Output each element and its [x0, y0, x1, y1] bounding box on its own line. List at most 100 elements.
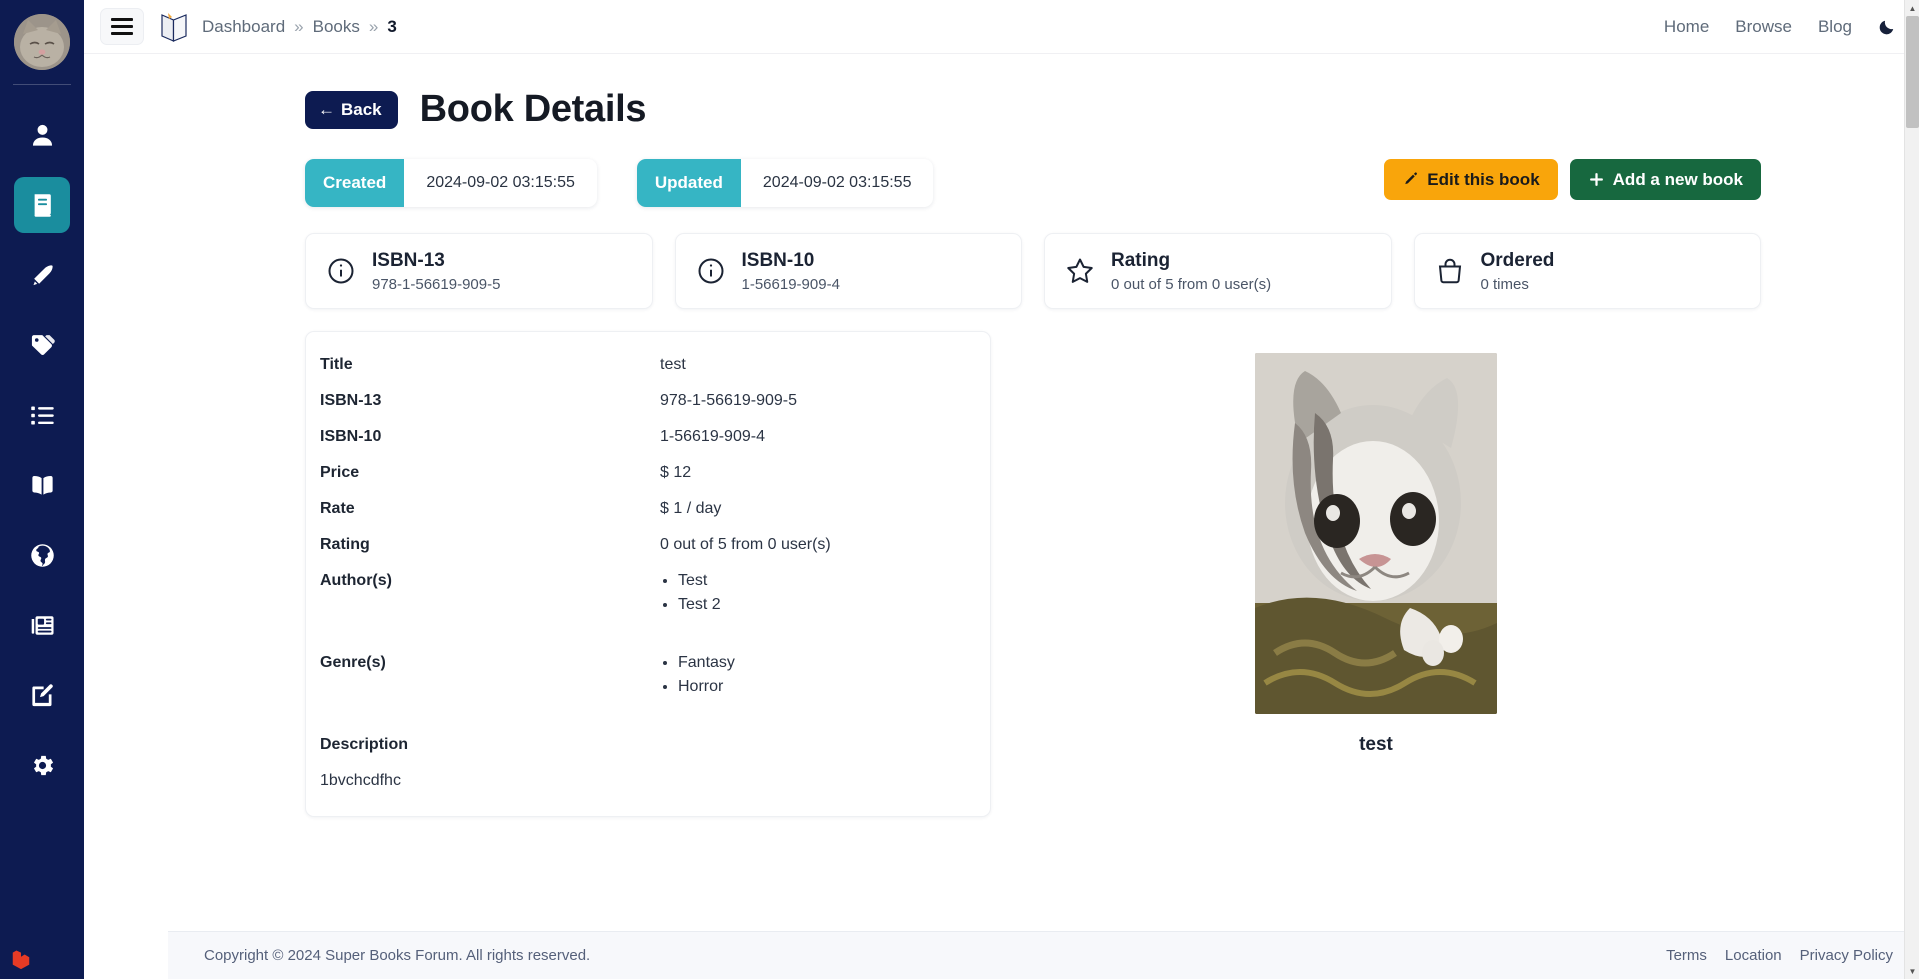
scrollbar-thumb[interactable]: [1906, 16, 1919, 128]
add-book-label: Add a new book: [1612, 169, 1743, 189]
detail-row-rating: Rating 0 out of 5 from 0 user(s): [306, 536, 990, 554]
detail-row-isbn10: ISBN-10 1-56619-909-4: [306, 428, 990, 446]
page-inner: ← Back Book Details Created 2024-09-02 0…: [84, 54, 1919, 817]
sidebar-item-genres[interactable]: [14, 317, 70, 373]
breadcrumb-item-current: 3: [387, 16, 397, 36]
nav-link-browse[interactable]: Browse: [1735, 17, 1792, 37]
sidebar: [0, 0, 84, 979]
stat-subtitle: 0 times: [1480, 275, 1529, 293]
star-icon: [1065, 256, 1095, 286]
detail-key: Title: [320, 356, 353, 373]
breadcrumb-separator: »: [294, 16, 304, 36]
stat-subtitle: 1-56619-909-4: [741, 275, 840, 293]
pen-nib-icon: [29, 262, 56, 289]
add-book-button[interactable]: Add a new book: [1569, 159, 1761, 200]
footer-link-privacy[interactable]: Privacy Policy: [1800, 947, 1893, 964]
detail-row-title: Title test: [306, 356, 990, 374]
detail-value: $ 12: [660, 464, 692, 481]
back-button[interactable]: ← Back: [305, 90, 398, 129]
updated-value: 2024-09-02 03:15:55: [762, 174, 912, 191]
meta-row: Created 2024-09-02 03:15:55 Updated 2024…: [305, 159, 1919, 207]
page-header: ← Back Book Details: [305, 88, 1919, 131]
breadcrumb-item-books[interactable]: Books: [313, 17, 360, 37]
stat-subtitle: 978-1-56619-909-5: [372, 275, 501, 293]
book-cover-image: [1255, 353, 1497, 714]
sidebar-item-library[interactable]: [14, 457, 70, 513]
user-icon: [29, 122, 56, 149]
action-buttons: Edit this book Add a new book: [1384, 159, 1919, 200]
breadcrumb-separator: »: [368, 16, 379, 36]
edit-book-button[interactable]: Edit this book: [1384, 159, 1558, 200]
tags-icon: [29, 332, 56, 359]
detail-value: 0 out of 5 from 0 user(s): [660, 536, 831, 553]
created-label: Created: [305, 159, 405, 207]
list-item: Horror: [678, 678, 735, 696]
detail-value-list: Test Test 2: [660, 572, 721, 620]
sidebar-item-authors[interactable]: [14, 247, 70, 303]
description-value: 1bvchcdfhc: [320, 772, 401, 789]
footer-link-terms[interactable]: Terms: [1666, 947, 1707, 964]
list-item: Fantasy: [678, 654, 735, 672]
stat-card-ordered: Ordered 0 times: [1413, 233, 1761, 309]
top-navigation: Home Browse Blog: [1664, 17, 1897, 37]
topbar: Dashboard » Books » 3 Home Browse Blog: [84, 0, 1919, 54]
edit-book-label: Edit this book: [1427, 169, 1540, 189]
sidebar-item-blog[interactable]: [14, 667, 70, 723]
sidebar-item-world[interactable]: [14, 527, 70, 583]
avatar[interactable]: [14, 14, 70, 70]
info-circle-icon: [696, 256, 726, 286]
detail-row-isbn13: ISBN-13 978-1-56619-909-5: [306, 392, 990, 410]
list-item: Test: [678, 572, 721, 590]
detail-key: Author(s): [320, 572, 392, 589]
stat-title: Ordered: [1480, 250, 1555, 272]
stat-card-rating: Rating 0 out of 5 from 0 user(s): [1044, 233, 1392, 309]
globe-icon: [29, 542, 56, 569]
scroll-down-arrow[interactable]: ▼: [1905, 963, 1919, 979]
nav-link-home[interactable]: Home: [1664, 17, 1709, 37]
stat-card-isbn10: ISBN-10 1-56619-909-4: [674, 233, 1022, 309]
menu-toggle-button[interactable]: [100, 8, 144, 45]
cover-caption: test: [1359, 734, 1393, 755]
detail-key: ISBN-13: [320, 392, 382, 409]
cover-section: test: [991, 331, 1761, 817]
scroll-up-arrow[interactable]: ▲: [1905, 0, 1919, 16]
moon-icon[interactable]: [1878, 17, 1897, 36]
detail-value-list: Fantasy Horror: [660, 654, 735, 702]
detail-value: test: [660, 356, 686, 373]
details-panel: Title test ISBN-13 978-1-56619-909-5 ISB…: [305, 331, 991, 817]
arrow-left-icon: ←: [318, 100, 335, 119]
stat-card-isbn13: ISBN-13 978-1-56619-909-5: [305, 233, 653, 309]
sidebar-item-books[interactable]: [14, 177, 70, 233]
content-scroll-area: ← Back Book Details Created 2024-09-02 0…: [84, 54, 1919, 979]
stat-title: ISBN-10: [741, 250, 815, 272]
detail-value: 1-56619-909-4: [660, 428, 765, 445]
detail-row-authors: Author(s) Test Test 2: [306, 572, 990, 620]
nav-link-blog[interactable]: Blog: [1818, 17, 1852, 37]
list-icon: [29, 402, 56, 429]
updated-card: Updated 2024-09-02 03:15:55: [636, 159, 934, 207]
sidebar-item-news[interactable]: [14, 597, 70, 653]
hamburger-icon: [111, 15, 133, 37]
main-area: Dashboard » Books » 3 Home Browse Blog ←: [84, 0, 1919, 979]
sidebar-item-profile[interactable]: [14, 107, 70, 163]
breadcrumb: Dashboard » Books » 3: [202, 17, 397, 37]
footer-link-location[interactable]: Location: [1725, 947, 1782, 964]
open-book-icon: [29, 472, 56, 499]
plus-icon: [1588, 171, 1605, 188]
detail-key: Rate: [320, 500, 355, 517]
sidebar-item-settings[interactable]: [14, 737, 70, 793]
page-scrollbar[interactable]: ▲ ▼: [1904, 0, 1919, 979]
detail-row-price: Price $ 12: [306, 464, 990, 482]
breadcrumb-item-dashboard[interactable]: Dashboard: [202, 17, 285, 37]
updated-label: Updated: [636, 159, 741, 207]
edit-square-icon: [29, 682, 56, 709]
details-and-cover: Title test ISBN-13 978-1-56619-909-5 ISB…: [305, 331, 1919, 817]
detail-key: Price: [320, 464, 360, 481]
detail-key: ISBN-10: [320, 428, 382, 445]
sidebar-item-lists[interactable]: [14, 387, 70, 443]
bag-icon: [1435, 256, 1465, 286]
created-card: Created 2024-09-02 03:15:55: [305, 159, 597, 207]
detail-key: Rating: [320, 536, 370, 553]
list-item: Test 2: [678, 596, 721, 614]
stat-title: ISBN-13: [372, 250, 445, 272]
